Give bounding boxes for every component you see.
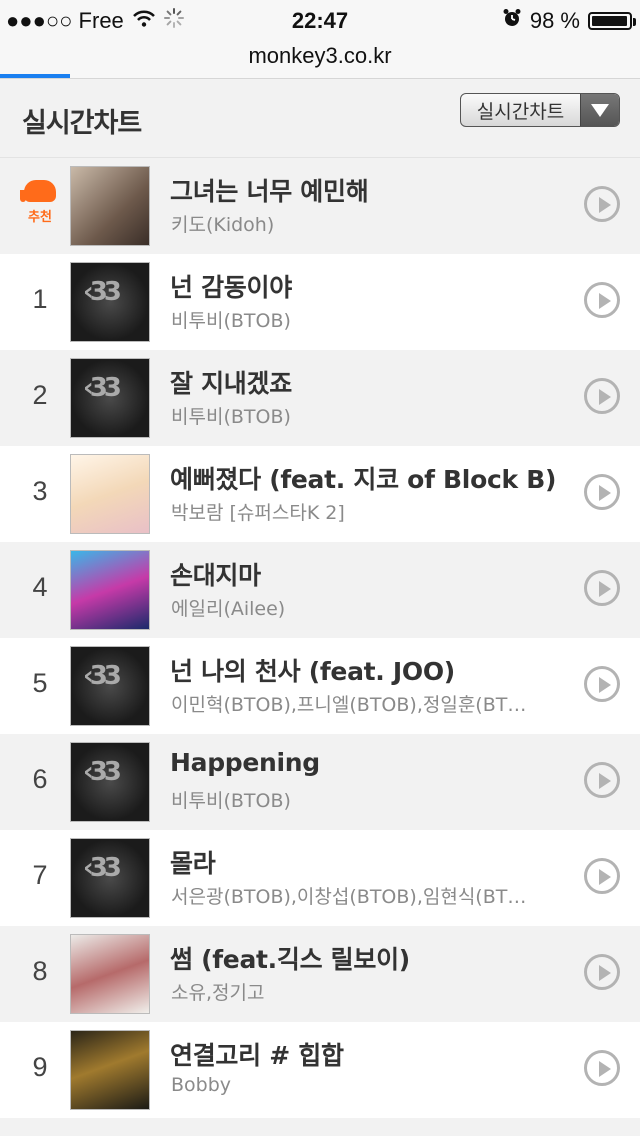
album-cover-image[interactable] (70, 1030, 150, 1110)
song-artist[interactable]: 박보람 [슈퍼스타K 2] (171, 498, 550, 525)
song-row[interactable]: 추천 그녀는 너무 예민해 키도(Kidoh) (0, 158, 640, 254)
chart-header: 실시간차트 실시간차트 (0, 78, 640, 158)
song-title[interactable]: Happening (170, 748, 560, 777)
btob-logo-icon: ‹33 (83, 661, 122, 691)
rank-number: 5 (32, 668, 48, 698)
rank-number: 4 (32, 572, 48, 602)
rank-number: 8 (32, 956, 48, 986)
song-title[interactable]: 잘 지내겠죠 (170, 364, 560, 400)
song-artist[interactable]: Bobby (171, 1074, 550, 1096)
album-cover-image[interactable]: ‹33 (70, 742, 150, 822)
song-row[interactable]: 8 썸 (feat.긱스 릴보이) 소유,정기고 (0, 926, 640, 1022)
play-button-icon[interactable] (584, 378, 620, 414)
battery-percent: 98 % (529, 8, 580, 33)
song-artist[interactable]: 비투비(BTOB) (171, 786, 550, 813)
page-title: 실시간차트 (22, 108, 142, 139)
battery-icon (588, 12, 636, 30)
song-row[interactable]: 2 ‹33 잘 지내겠죠 비투비(BTOB) (0, 350, 640, 446)
song-row[interactable]: 4 손대지마 에일리(Ailee) (0, 542, 640, 638)
song-row[interactable]: 1 ‹33 넌 감동이야 비투비(BTOB) (0, 254, 640, 350)
url-text[interactable]: monkey3.co.kr (248, 43, 391, 68)
song-artist[interactable]: 소유,정기고 (171, 978, 550, 1005)
rank-number: 3 (32, 476, 48, 506)
play-button-icon[interactable] (584, 186, 620, 222)
song-title[interactable]: 예뻐졌다 (feat. 지코 of Block B) (170, 460, 560, 496)
song-title[interactable]: 손대지마 (170, 556, 560, 592)
elephant-icon (20, 180, 56, 202)
song-title[interactable]: 넌 나의 천사 (feat. JOO) (170, 652, 560, 688)
play-button-icon[interactable] (584, 762, 620, 798)
status-right: 98 % (502, 8, 636, 34)
btob-logo-icon: ‹33 (83, 757, 122, 787)
song-row[interactable]: 6 ‹33 Happening 비투비(BTOB) (0, 734, 640, 830)
album-cover-image[interactable]: ‹33 (70, 646, 150, 726)
song-row[interactable]: 5 ‹33 넌 나의 천사 (feat. JOO) 이민혁(BTOB),프니엘(BTO… (0, 638, 640, 734)
song-title[interactable]: 그녀는 너무 예민해 (170, 172, 560, 208)
status-bar: ●●●○○ Free 22:47 98 % (0, 0, 640, 40)
play-button-icon[interactable] (584, 1050, 620, 1086)
rank-number: 1 (32, 284, 48, 314)
dropdown-selected-label[interactable]: 실시간차트 (461, 97, 580, 124)
rank-number: 9 (32, 1052, 48, 1082)
play-button-icon[interactable] (584, 858, 620, 894)
recommended-badge: 추천 (20, 180, 58, 228)
song-row[interactable]: 3 예뻐졌다 (feat. 지코 of Block B) 박보람 [슈퍼스타K 2] (0, 446, 640, 542)
song-artist[interactable]: 이민혁(BTOB),프니엘(BTOB),정일훈(BT… (171, 690, 550, 717)
song-title[interactable]: 넌 감동이야 (170, 268, 560, 304)
song-row[interactable]: 9 연결고리 # 힙합 Bobby (0, 1022, 640, 1118)
song-title[interactable]: 몰라 (170, 844, 560, 880)
album-cover-image[interactable] (70, 550, 150, 630)
album-cover-image[interactable] (70, 454, 150, 534)
play-button-icon[interactable] (584, 474, 620, 510)
album-cover-image[interactable]: ‹33 (70, 262, 150, 342)
address-bar[interactable]: monkey3.co.kr (0, 40, 640, 78)
btob-logo-icon: ‹33 (83, 853, 122, 883)
rank-number: 7 (32, 860, 48, 890)
song-title[interactable]: 연결고리 # 힙합 (170, 1036, 560, 1072)
song-artist[interactable]: 서은광(BTOB),이창섭(BTOB),임현식(BT… (171, 882, 550, 909)
song-artist[interactable]: 비투비(BTOB) (171, 306, 550, 333)
album-cover-image[interactable] (70, 934, 150, 1014)
song-artist[interactable]: 에일리(Ailee) (171, 594, 550, 621)
album-cover-image[interactable]: ‹33 (70, 358, 150, 438)
song-artist[interactable]: 키도(Kidoh) (171, 210, 550, 237)
chart-type-dropdown[interactable]: 실시간차트 (460, 93, 620, 127)
play-button-icon[interactable] (584, 954, 620, 990)
alarm-icon (502, 8, 522, 34)
btob-logo-icon: ‹33 (83, 373, 122, 403)
song-title[interactable]: 썸 (feat.긱스 릴보이) (170, 940, 560, 976)
btob-logo-icon: ‹33 (83, 277, 122, 307)
play-button-icon[interactable] (584, 570, 620, 606)
rank-number: 2 (32, 380, 48, 410)
play-button-icon[interactable] (584, 666, 620, 702)
recommended-label: 추천 (28, 210, 52, 225)
song-chart-list: 추천 그녀는 너무 예민해 키도(Kidoh) 1 ‹33 넌 감동이야 비투비(BTOB)… (0, 158, 640, 1118)
song-row[interactable]: 7 ‹33 몰라 서은광(BTOB),이창섭(BTOB),임현식(BT… (0, 830, 640, 926)
album-cover-image[interactable]: ‹33 (70, 838, 150, 918)
rank-number: 6 (32, 764, 48, 794)
dropdown-arrow-icon[interactable] (580, 94, 619, 126)
play-button-icon[interactable] (584, 282, 620, 318)
song-artist[interactable]: 비투비(BTOB) (171, 402, 550, 429)
album-cover-image[interactable] (70, 166, 150, 246)
